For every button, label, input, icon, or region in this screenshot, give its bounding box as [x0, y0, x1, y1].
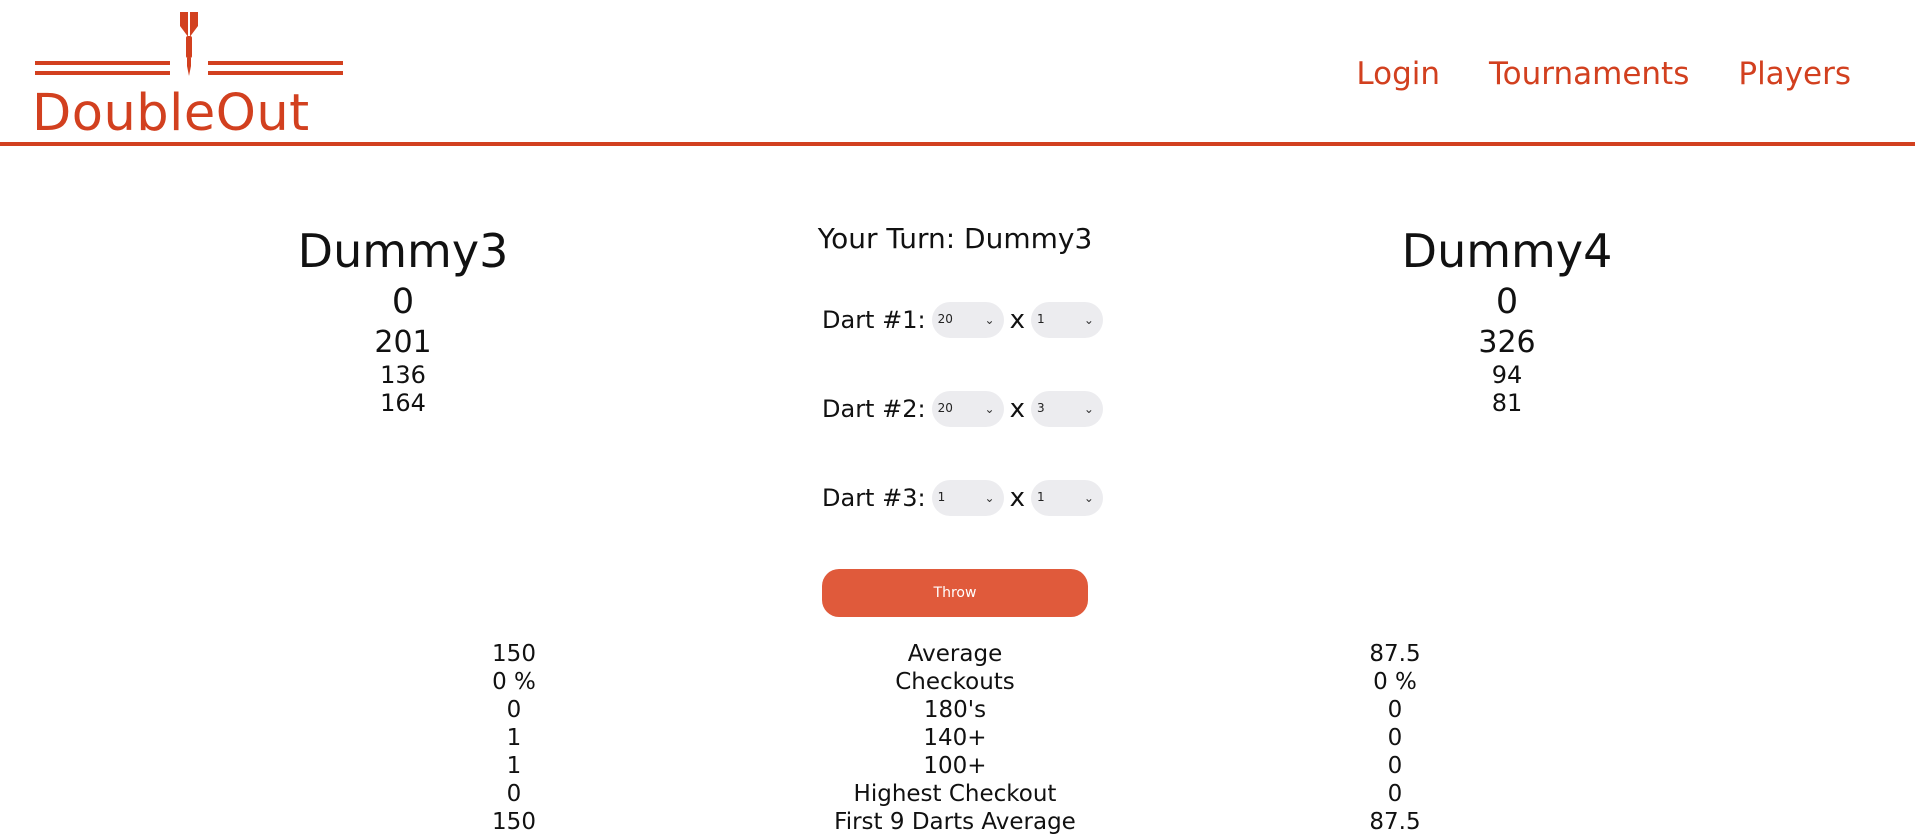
- times-symbol: x: [1009, 305, 1025, 335]
- dart-3-multiplier-value: 1: [1036, 490, 1045, 504]
- dart-icon: [35, 12, 343, 76]
- stat-p1-value: 0 %: [492, 669, 536, 695]
- nav-login[interactable]: Login: [1356, 54, 1440, 94]
- player-1-name: Dummy3: [297, 224, 509, 278]
- dart-2-label: Dart #2:: [822, 395, 926, 423]
- stat-p1-value: 1: [506, 725, 522, 751]
- stat-p1-value: 150: [492, 641, 536, 667]
- stat-label: 180's: [923, 697, 987, 723]
- dart-1-multiplier-select[interactable]: 1 ⌄: [1030, 302, 1103, 338]
- stat-p1-value: 0: [506, 697, 522, 723]
- nav-players[interactable]: Players: [1738, 54, 1851, 94]
- top-header: DoubleOut Login Tournaments Players: [0, 0, 1915, 146]
- player-2-remaining: 326: [1478, 325, 1536, 360]
- dart-3-segment-select[interactable]: 1 ⌄: [931, 480, 1004, 516]
- turn-indicator: Your Turn: Dummy3: [817, 222, 1093, 255]
- chevron-down-icon: ⌄: [984, 313, 995, 327]
- chevron-down-icon: ⌄: [984, 491, 995, 505]
- player-1-panel: Dummy3 0 201 136 164: [253, 223, 553, 417]
- player-2-score: 0: [1495, 282, 1519, 322]
- stat-label: Highest Checkout: [853, 781, 1057, 807]
- player-1-value-3: 164: [380, 389, 426, 417]
- main-nav: Login Tournaments Players: [1356, 54, 1851, 94]
- dart-1-segment-select[interactable]: 20 ⌄: [931, 302, 1004, 338]
- stats-table: 150 Average 87.5 0 % Checkouts 0 % 0 180…: [0, 640, 1915, 836]
- dart-1-segment-value: 20: [937, 312, 953, 326]
- stat-p2-value: 0: [1387, 697, 1403, 723]
- stat-row-100-plus: 1 100+ 0: [0, 752, 1915, 780]
- throw-button[interactable]: Throw: [822, 569, 1088, 617]
- times-symbol: x: [1009, 483, 1025, 513]
- dart-2-row: Dart #2: 20 ⌄ x 3 ⌄: [822, 391, 1103, 427]
- player-2-name: Dummy4: [1401, 224, 1613, 278]
- player-2-panel: Dummy4 0 326 94 81: [1357, 223, 1657, 417]
- player-1-remaining: 201: [374, 325, 432, 360]
- player-2-value-2: 94: [1491, 361, 1523, 389]
- stat-row-checkouts: 0 % Checkouts 0 %: [0, 668, 1915, 696]
- chevron-down-icon: ⌄: [984, 402, 995, 416]
- chevron-down-icon: ⌄: [1083, 313, 1094, 327]
- dart-3-label: Dart #3:: [822, 484, 926, 512]
- stat-row-highest-checkout: 0 Highest Checkout 0: [0, 780, 1915, 808]
- stat-p2-value: 0: [1387, 781, 1403, 807]
- stat-label: Average: [907, 641, 1003, 667]
- dart-2-multiplier-select[interactable]: 3 ⌄: [1030, 391, 1103, 427]
- dart-1-row: Dart #1: 20 ⌄ x 1 ⌄: [822, 302, 1103, 338]
- stat-row-average: 150 Average 87.5: [0, 640, 1915, 668]
- player-1-score: 0: [391, 282, 415, 322]
- dart-1-multiplier-value: 1: [1036, 312, 1045, 326]
- nav-tournaments[interactable]: Tournaments: [1489, 54, 1689, 94]
- stat-p1-value: 0: [506, 781, 522, 807]
- chevron-down-icon: ⌄: [1083, 402, 1094, 416]
- stat-p1-value: 1: [506, 753, 522, 779]
- stat-p2-value: 0 %: [1373, 669, 1417, 695]
- stat-p2-value: 0: [1387, 725, 1403, 751]
- dart-2-segment-value: 20: [937, 401, 953, 415]
- chevron-down-icon: ⌄: [1083, 491, 1094, 505]
- stat-label: 100+: [923, 753, 987, 779]
- dart-1-label: Dart #1:: [822, 306, 926, 334]
- dart-3-segment-value: 1: [937, 490, 946, 504]
- stat-label: First 9 Darts Average: [834, 809, 1076, 835]
- dart-3-row: Dart #3: 1 ⌄ x 1 ⌄: [822, 480, 1103, 516]
- stat-p2-value: 0: [1387, 753, 1403, 779]
- dart-3-multiplier-select[interactable]: 1 ⌄: [1030, 480, 1103, 516]
- dart-2-multiplier-value: 3: [1036, 401, 1045, 415]
- stat-row-180s: 0 180's 0: [0, 696, 1915, 724]
- stat-label: Checkouts: [895, 669, 1015, 695]
- stat-label: 140+: [923, 725, 987, 751]
- stat-p1-value: 150: [492, 809, 536, 835]
- brand-name: DoubleOut: [32, 84, 310, 143]
- times-symbol: x: [1009, 394, 1025, 424]
- stat-p2-value: 87.5: [1369, 809, 1421, 835]
- player-2-value-3: 81: [1491, 389, 1523, 417]
- brand-logo[interactable]: DoubleOut: [30, 8, 350, 143]
- player-1-value-2: 136: [380, 361, 426, 389]
- dart-2-segment-select[interactable]: 20 ⌄: [931, 391, 1004, 427]
- stat-row-first-9-average: 150 First 9 Darts Average 87.5: [0, 808, 1915, 836]
- stat-row-140-plus: 1 140+ 0: [0, 724, 1915, 752]
- stat-p2-value: 87.5: [1369, 641, 1421, 667]
